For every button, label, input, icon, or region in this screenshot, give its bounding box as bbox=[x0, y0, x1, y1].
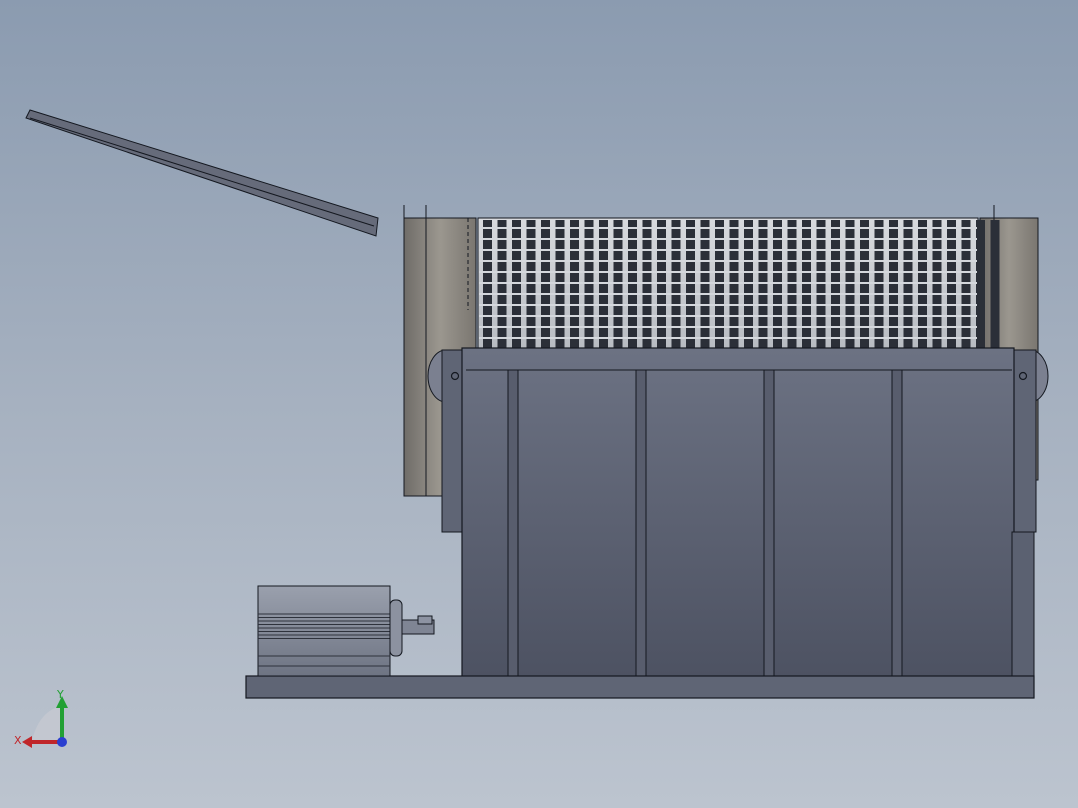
panel-stiffener bbox=[763, 369, 775, 677]
right-post bbox=[1011, 349, 1037, 533]
hopper-housing bbox=[461, 347, 1015, 679]
x-axis-label: X bbox=[14, 734, 22, 747]
cad-viewport[interactable]: Y X bbox=[0, 0, 1078, 808]
motor-flange bbox=[389, 599, 403, 657]
mesh-bar bbox=[976, 220, 985, 348]
model-scene[interactable] bbox=[0, 0, 1078, 808]
z-axis-icon bbox=[57, 737, 67, 747]
mesh-bar bbox=[990, 220, 1000, 348]
orientation-triad: Y X bbox=[14, 688, 68, 748]
panel-stiffener bbox=[635, 369, 647, 677]
feed-chute[interactable] bbox=[25, 109, 379, 237]
base-plate[interactable] bbox=[245, 675, 1035, 699]
y-axis-label: Y bbox=[56, 688, 64, 701]
gear-motor[interactable] bbox=[257, 585, 435, 677]
support-frame[interactable] bbox=[427, 347, 1049, 679]
panel-stiffener bbox=[507, 369, 519, 677]
panel-stiffener bbox=[891, 369, 903, 677]
